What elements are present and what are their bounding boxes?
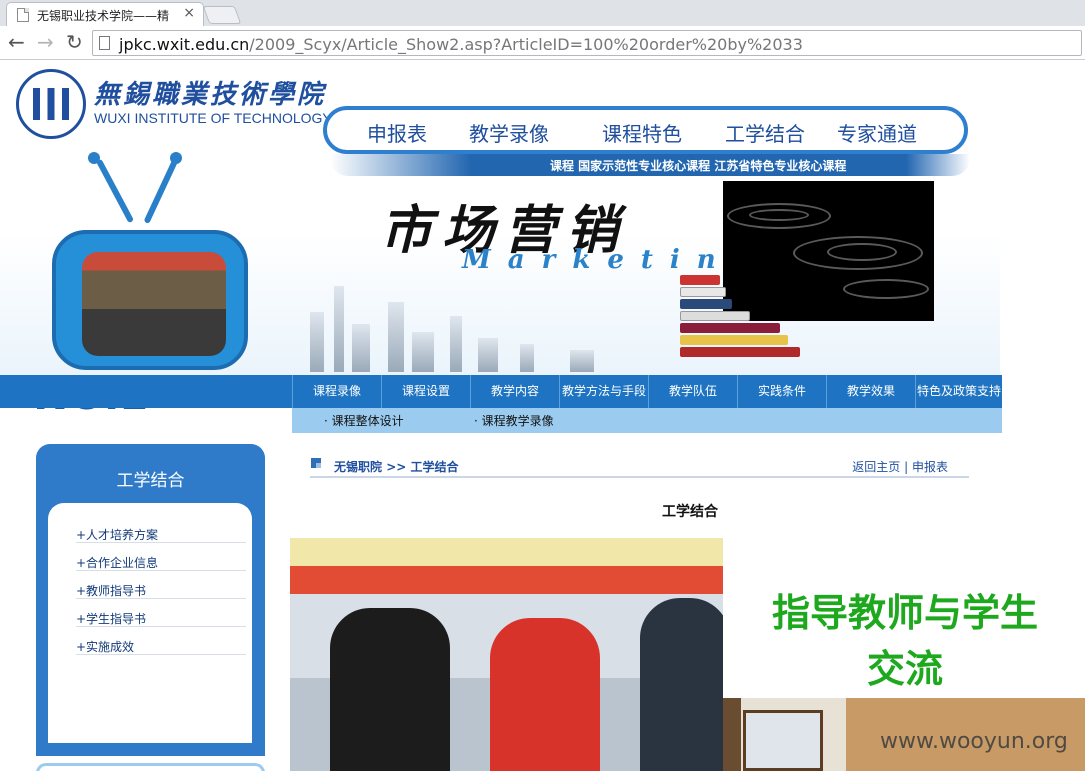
section-nav-teaching-methods[interactable]: 教学方法与手段 xyxy=(559,375,648,408)
sidebar-title: 工学结合 xyxy=(116,471,185,491)
photo-caption-line1: 指导教师与学生 xyxy=(771,590,1038,635)
tv-antenna-ball xyxy=(170,152,182,164)
address-bar[interactable]: jpkc.wxit.edu.cn/2009_Scyx/Article_Show2… xyxy=(92,30,1082,56)
breadcrumb: 无锡职院 >> 工学结合 返回主页 | 申报表 xyxy=(310,456,969,478)
url-path: /2009_Scyx/Article_Show2.asp?ArticleID=1… xyxy=(249,35,803,54)
top-nav-subline: 课程 国家示范性专业核心课程 江苏省特色专业核心课程 xyxy=(330,154,970,176)
sidebar-item-teacher-guide[interactable]: +教师指导书 xyxy=(76,582,246,599)
section-subnav: · 课程整体设计 · 课程教学录像 xyxy=(292,408,1002,433)
top-nav-apply-form[interactable]: 申报表 xyxy=(367,118,427,147)
breadcrumb-icon xyxy=(311,458,321,468)
forward-arrow-icon[interactable]: → xyxy=(37,31,54,53)
tv-antenna-left xyxy=(95,158,135,224)
section-nav-features-policy[interactable]: 特色及政策支持 xyxy=(915,375,1002,408)
link-separator: | xyxy=(900,460,912,474)
watermark: www.wooyun.org xyxy=(880,729,1068,754)
school-name-en: WUXI INSTITUTE OF TECHNOLOGY xyxy=(94,110,332,126)
city-skyline-graphic xyxy=(300,280,680,372)
school-name-cn: 無錫職業技術學院 xyxy=(94,80,327,110)
page-content: 無錫職業技術學院 WUXI INSTITUTE OF TECHNOLOGY 申报… xyxy=(0,60,1085,771)
section-nav-teaching-results[interactable]: 教学效果 xyxy=(826,375,915,408)
url-text: jpkc.wxit.edu.cn/2009_Scyx/Article_Show2… xyxy=(119,35,803,54)
sidebar-next-box xyxy=(36,763,265,771)
tv-screen-photo xyxy=(82,252,226,356)
section-nav-teaching-team[interactable]: 教学队伍 xyxy=(648,375,737,408)
top-nav-expert-channel[interactable]: 专家通道 xyxy=(837,118,917,147)
article-title: 工学结合 xyxy=(662,504,718,520)
section-nav-course-setup[interactable]: 课程设置 xyxy=(381,375,470,408)
page-icon xyxy=(99,36,110,50)
section-nav-teaching-content[interactable]: 教学内容 xyxy=(470,375,559,408)
photo-window xyxy=(743,710,823,771)
ring-graphic xyxy=(843,279,929,299)
sidebar-panel: +人才培养方案 +合作企业信息 +教师指导书 +学生指导书 +实施成效 xyxy=(48,503,252,743)
browser-tab[interactable]: 无锡职业技术学院——精 × xyxy=(6,2,204,26)
sidebar-item-partner-companies[interactable]: +合作企业信息 xyxy=(76,554,246,571)
banner-subtitle: Marketing xyxy=(462,245,768,275)
school-emblem-icon xyxy=(16,69,86,139)
tv-antenna-right xyxy=(143,158,179,224)
photo-caption: 指导教师与学生 交流 xyxy=(727,585,1083,697)
photo-caption-line2: 交流 xyxy=(866,646,943,691)
breadcrumb-links: 返回主页 | 申报表 xyxy=(852,458,948,475)
new-tab-button[interactable] xyxy=(202,6,242,24)
breadcrumb-home-link[interactable]: 无锡职院 xyxy=(334,460,382,474)
section-nav: 课程录像 课程设置 教学内容 教学方法与手段 教学队伍 实践条件 教学效果 特色… xyxy=(0,375,1002,408)
tab-title: 无锡职业技术学院——精 xyxy=(37,9,170,23)
top-nav-teaching-video[interactable]: 教学录像 xyxy=(469,118,549,147)
breadcrumb-separator: >> xyxy=(382,460,411,474)
breadcrumb-current: 工学结合 xyxy=(410,460,459,474)
sidebar-item-training-plan[interactable]: +人才培养方案 xyxy=(76,526,246,543)
section-nav-course-video[interactable]: 课程录像 xyxy=(292,375,381,408)
photo-person xyxy=(490,618,600,771)
store-visit-photo xyxy=(290,538,723,771)
ring-graphic xyxy=(749,209,809,221)
top-nav: 申报表 教学录像 课程特色 工学结合 专家通道 xyxy=(323,106,968,154)
apply-form-link[interactable]: 申报表 xyxy=(912,460,948,474)
back-home-link[interactable]: 返回主页 xyxy=(852,460,900,474)
book-stack-graphic xyxy=(680,275,810,367)
top-nav-subline-text: 课程 国家示范性专业核心课程 江苏省特色专业核心课程 xyxy=(550,159,847,173)
tv-illustration xyxy=(52,230,248,370)
tab-close-icon[interactable]: × xyxy=(183,5,195,21)
page-favicon-icon xyxy=(17,8,29,22)
reload-icon[interactable]: ↻ xyxy=(66,31,83,53)
sidebar: 工学结合 +人才培养方案 +合作企业信息 +教师指导书 +学生指导书 +实施成效 xyxy=(36,444,265,756)
photo-person xyxy=(640,598,723,771)
header-banner: 無錫職業技術學院 WUXI INSTITUTE OF TECHNOLOGY 申报… xyxy=(0,60,1000,417)
breadcrumb-path: 无锡职院 >> 工学结合 xyxy=(334,458,459,475)
subnav-overall-design[interactable]: · 课程整体设计 xyxy=(324,412,404,429)
sidebar-item-results[interactable]: +实施成效 xyxy=(76,638,246,655)
ring-graphic xyxy=(827,243,897,261)
subnav-teaching-video[interactable]: · 课程教学录像 xyxy=(474,412,554,429)
section-nav-practice-conditions[interactable]: 实践条件 xyxy=(737,375,826,408)
photo-person xyxy=(330,608,450,771)
top-nav-course-features[interactable]: 课程特色 xyxy=(602,118,682,147)
browser-tabbar: 无锡职业技术学院——精 × xyxy=(0,0,1085,26)
url-host: jpkc.wxit.edu.cn xyxy=(119,35,250,54)
browser-toolbar: ← → ↻ jpkc.wxit.edu.cn/2009_Scyx/Article… xyxy=(0,26,1085,60)
sidebar-item-student-guide[interactable]: +学生指导书 xyxy=(76,610,246,627)
top-nav-work-study[interactable]: 工学结合 xyxy=(725,118,805,147)
tv-antenna-ball xyxy=(88,152,100,164)
back-arrow-icon[interactable]: ← xyxy=(8,31,25,53)
